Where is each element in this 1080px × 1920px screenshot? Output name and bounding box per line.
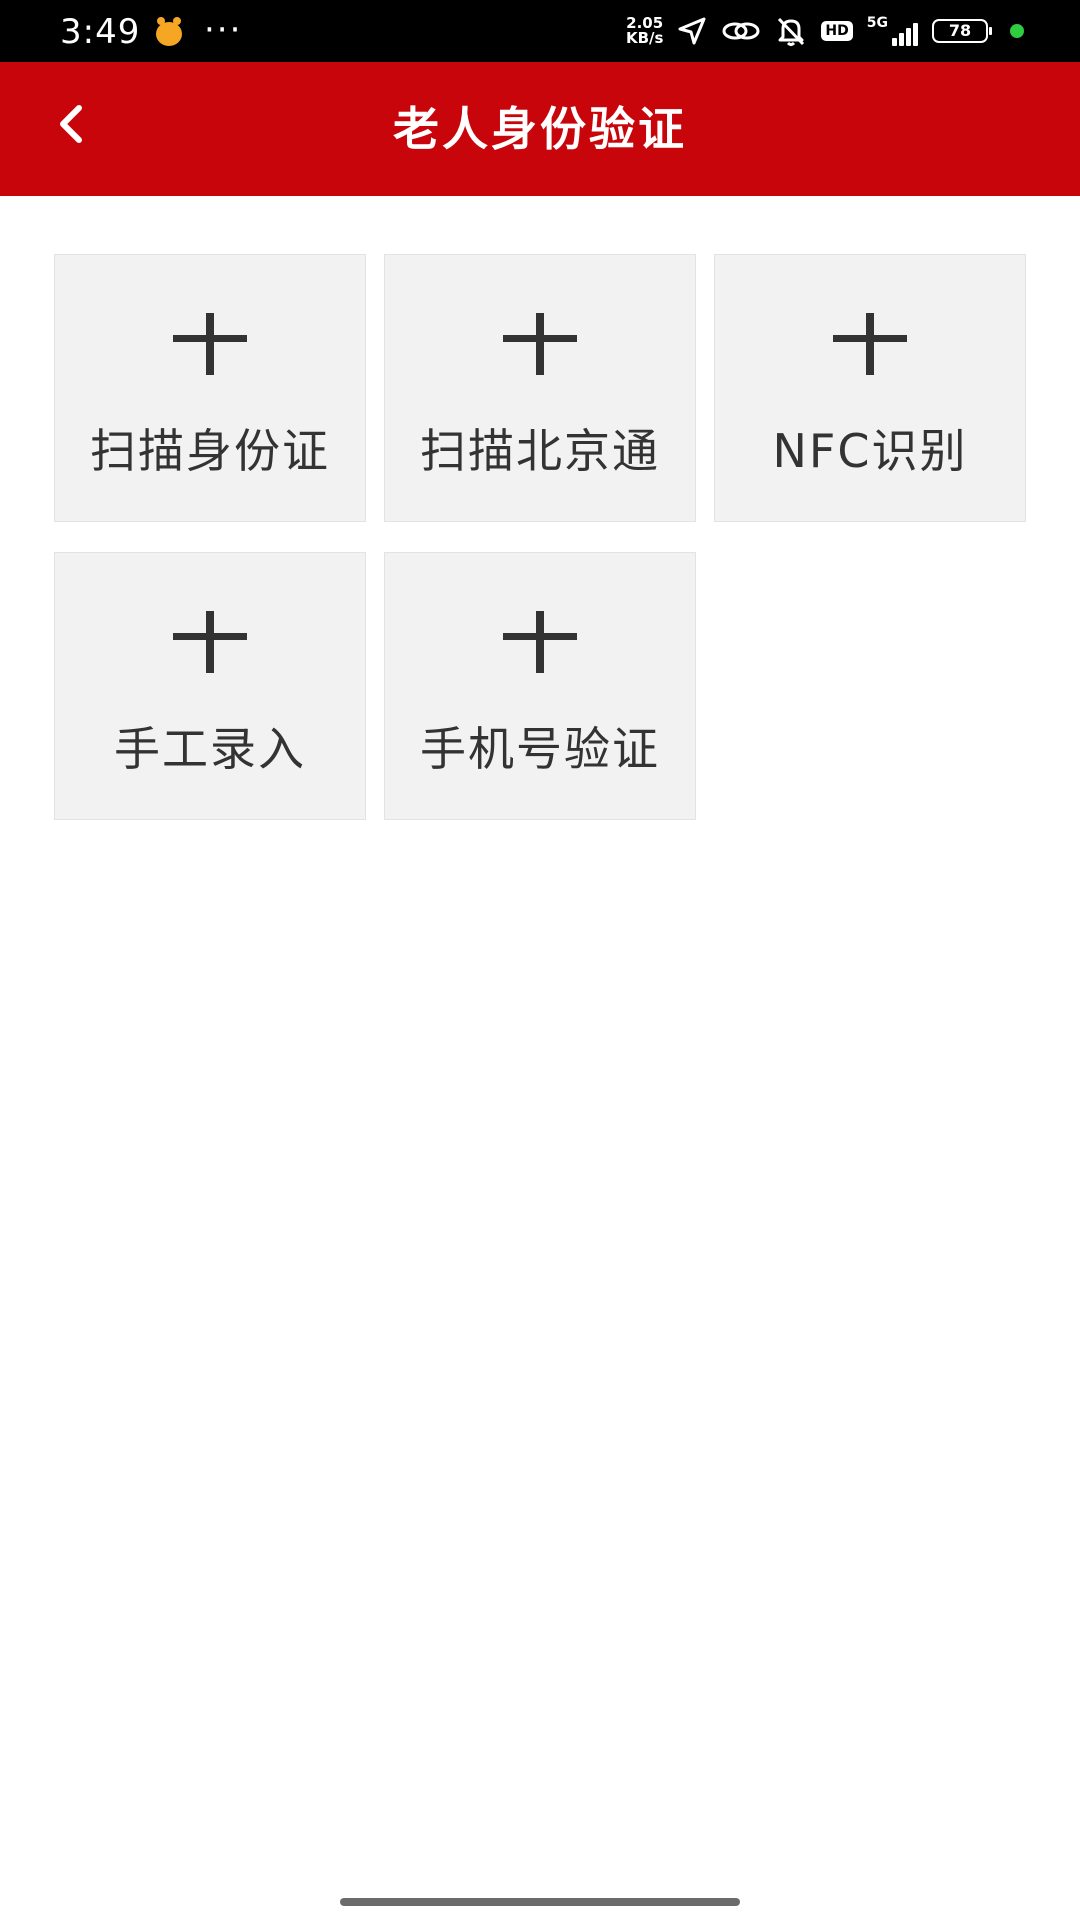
hd-icon: HD: [821, 21, 853, 41]
location-arrow-icon: [677, 16, 707, 46]
tile-label: 扫描北京通: [420, 424, 660, 478]
plus-icon: [833, 313, 907, 375]
mute-bell-icon: [775, 15, 807, 47]
phone-verification-button[interactable]: 手机号验证: [384, 552, 696, 820]
plus-icon: [173, 313, 247, 375]
network-type: 5G: [866, 15, 888, 31]
status-time: 3:49: [60, 12, 141, 52]
tile-label: 手工录入: [114, 722, 306, 776]
manual-entry-button[interactable]: 手工录入: [54, 552, 366, 820]
link-icon: [721, 16, 761, 46]
app-header: 老人身份验证: [0, 62, 1080, 196]
nfc-recognition-button[interactable]: NFC识别: [714, 254, 1026, 522]
signal-bar: [906, 28, 911, 46]
tile-label: NFC识别: [772, 424, 968, 478]
page-title: 老人身份验证: [393, 102, 687, 156]
chevron-left-icon: [60, 105, 82, 143]
app-notification-icon: [156, 17, 182, 46]
status-bar: 3:49 ··· 2.05 KB/s HD 5G 78: [0, 0, 1080, 62]
scan-id-card-button[interactable]: 扫描身份证: [54, 254, 366, 522]
status-indicators: 2.05 KB/s HD 5G 78: [626, 0, 1024, 62]
privacy-indicator-dot: [1010, 24, 1024, 38]
plus-icon: [503, 611, 577, 673]
signal-bar: [899, 33, 904, 46]
tile-label: 扫描身份证: [90, 424, 330, 478]
home-indicator[interactable]: [340, 1898, 740, 1906]
plus-icon: [173, 611, 247, 673]
plus-icon: [503, 313, 577, 375]
network-speed-unit: KB/s: [625, 29, 664, 47]
more-notifications-icon: ···: [204, 10, 243, 50]
tile-label: 手机号验证: [420, 722, 660, 776]
signal-icon: 5G: [867, 16, 918, 46]
battery-icon: 78: [932, 19, 992, 43]
signal-bar: [892, 38, 897, 46]
scan-beijing-tong-button[interactable]: 扫描北京通: [384, 254, 696, 522]
back-button[interactable]: [40, 84, 100, 164]
signal-bar: [913, 23, 918, 46]
network-speed: 2.05 KB/s: [626, 16, 663, 46]
